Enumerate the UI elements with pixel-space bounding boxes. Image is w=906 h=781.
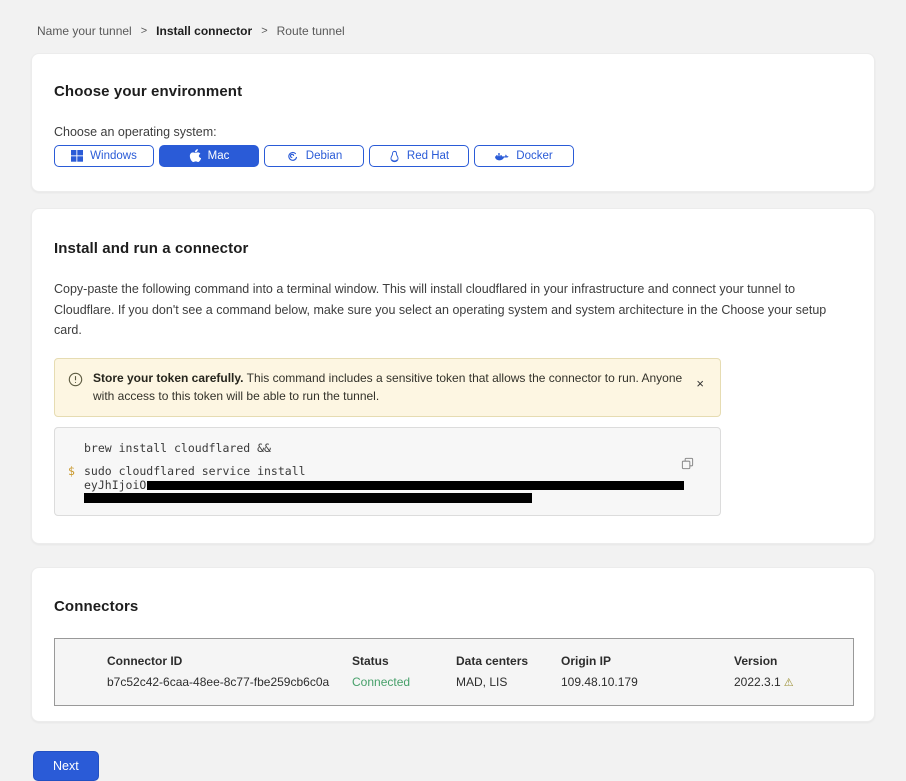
os-select-label: Choose an operating system: <box>54 125 852 139</box>
token-visible-prefix: eyJhIjoiO <box>84 478 146 492</box>
redhat-linux-penguin-icon <box>389 150 400 163</box>
origin-ip-value: 109.48.10.179 <box>561 675 734 689</box>
status-badge: Connected <box>352 675 456 689</box>
breadcrumb-step-name-tunnel[interactable]: Name your tunnel <box>37 24 132 38</box>
header-status: Status <box>352 654 456 668</box>
windows-icon <box>71 150 83 162</box>
connectors-table: Connector ID Status Data centers Origin … <box>54 638 854 706</box>
copy-icon <box>681 458 694 473</box>
alert-circle-icon <box>68 372 83 392</box>
apple-icon <box>189 149 201 163</box>
os-button-group: Windows Mac Debian <box>54 145 852 167</box>
os-button-docker[interactable]: Docker <box>474 145 574 167</box>
next-button[interactable]: Next <box>33 751 99 781</box>
header-version: Version <box>734 654 853 668</box>
install-card-title: Install and run a connector <box>54 240 852 257</box>
os-button-label: Debian <box>306 150 342 162</box>
version-value: 2022.3.1⚠ <box>734 675 853 689</box>
warning-title: Store your token carefully. <box>93 371 244 385</box>
shell-prompt: $ <box>68 464 75 478</box>
header-origin-ip: Origin IP <box>561 654 734 668</box>
token-warning-banner: Store your token carefully. This command… <box>54 358 721 417</box>
warning-text: Store your token carefully. This command… <box>93 369 682 406</box>
warning-close-button[interactable]: × <box>692 375 708 392</box>
os-button-windows[interactable]: Windows <box>54 145 154 167</box>
connectors-table-header: Connector ID Status Data centers Origin … <box>107 654 853 668</box>
wizard-footer: Next <box>31 751 875 781</box>
code-line-brew: brew install cloudflared && <box>84 441 680 455</box>
debian-icon <box>286 150 299 163</box>
version-warning-icon: ⚠ <box>784 677 794 689</box>
code-line-token: eyJhIjoiO <box>84 478 680 492</box>
copy-command-button[interactable] <box>679 455 696 475</box>
os-button-label: Red Hat <box>407 150 449 162</box>
choose-environment-card: Choose your environment Choose an operat… <box>31 53 875 192</box>
connectors-card-title: Connectors <box>54 598 852 615</box>
header-data-centers: Data centers <box>456 654 561 668</box>
breadcrumb-separator: > <box>261 25 267 37</box>
code-line-service-install: $ sudo cloudflared service install <box>84 464 680 478</box>
install-connector-card: Install and run a connector Copy-paste t… <box>31 208 875 544</box>
os-button-label: Docker <box>516 150 552 162</box>
os-button-label: Windows <box>90 150 137 162</box>
redacted-token-bar <box>84 493 532 503</box>
os-button-redhat[interactable]: Red Hat <box>369 145 469 167</box>
install-description: Copy-paste the following command into a … <box>54 279 852 341</box>
install-command-code-block: brew install cloudflared && $ sudo cloud… <box>54 427 721 516</box>
breadcrumb-step-route-tunnel: Route tunnel <box>277 24 345 38</box>
os-button-mac[interactable]: Mac <box>159 145 259 167</box>
os-button-label: Mac <box>208 150 230 162</box>
connectors-card: Connectors Connector ID Status Data cent… <box>31 567 875 722</box>
docker-whale-icon <box>495 151 509 162</box>
tunnel-setup-page: Name your tunnel > Install connector > R… <box>0 0 906 781</box>
os-button-debian[interactable]: Debian <box>264 145 364 167</box>
header-connector-id: Connector ID <box>107 654 352 668</box>
redacted-token-bar <box>147 481 684 490</box>
table-row: b7c52c42-6caa-48ee-8c77-fbe259cb6c0a Con… <box>107 675 853 689</box>
data-centers-value: MAD, LIS <box>456 675 561 689</box>
breadcrumb-step-install-connector: Install connector <box>156 24 252 38</box>
breadcrumb-separator: > <box>141 25 147 37</box>
environment-card-title: Choose your environment <box>54 83 852 100</box>
connector-id-value: b7c52c42-6caa-48ee-8c77-fbe259cb6c0a <box>107 675 352 689</box>
breadcrumb: Name your tunnel > Install connector > R… <box>31 0 875 53</box>
